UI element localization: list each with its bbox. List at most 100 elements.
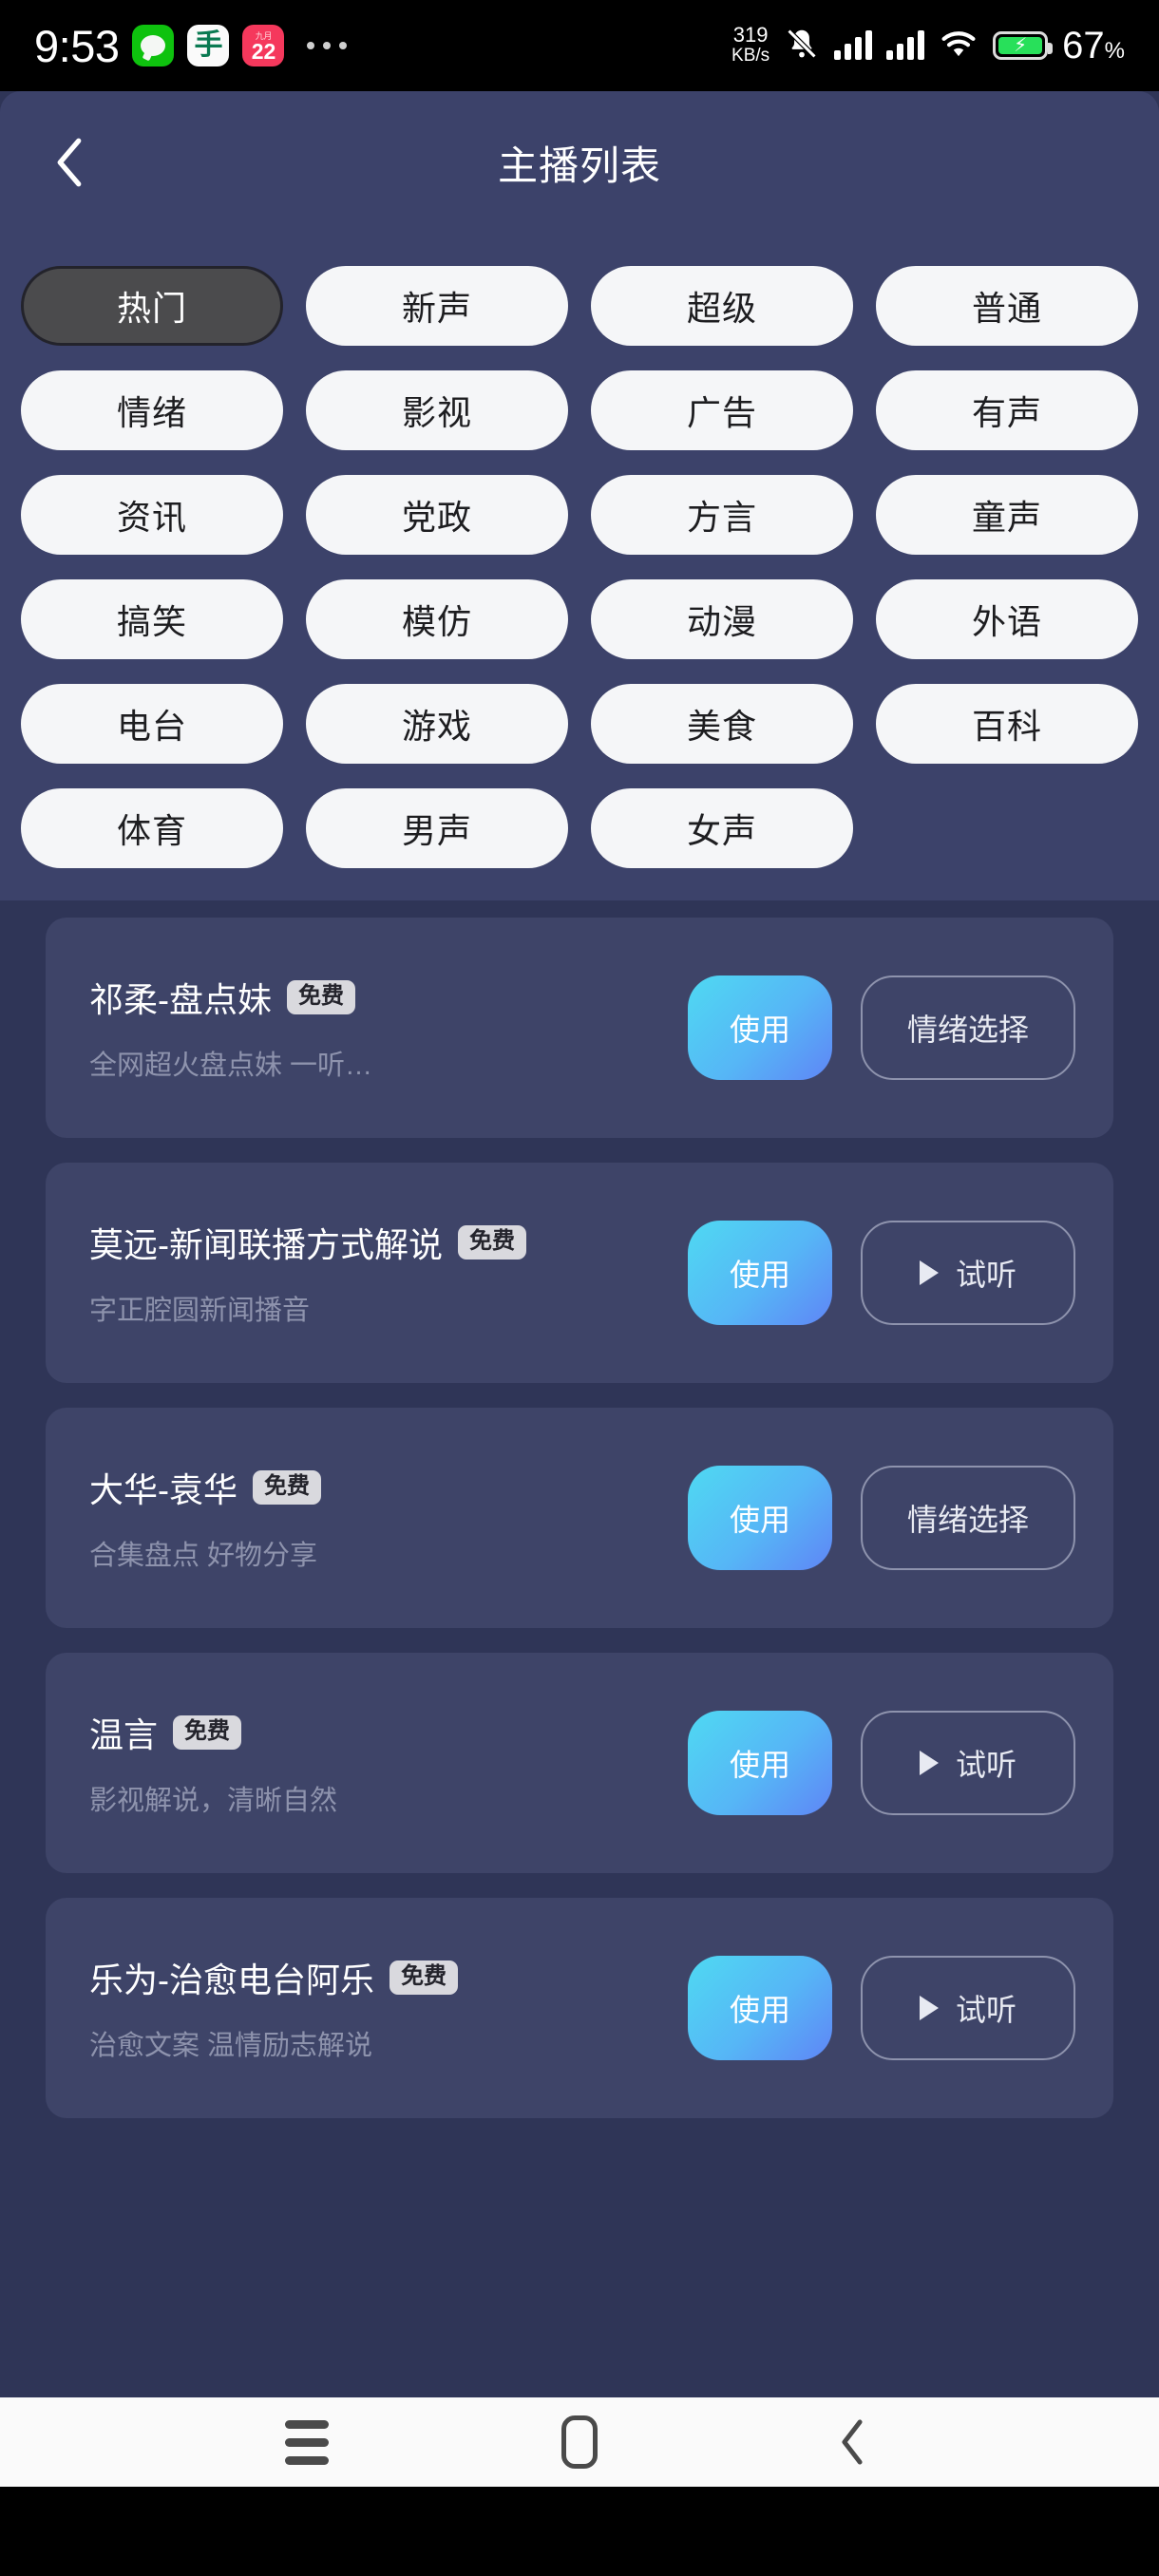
anchor-list: 祁柔-盘点妹 免费 全网超火盘点妹 一听… 使用 情绪选择 莫远-新闻联播方式解说 免费 字正… — [0, 900, 1159, 2156]
category-chip-13[interactable]: 搞笑 — [21, 579, 283, 659]
nav-back-button[interactable] — [808, 2398, 896, 2486]
category-chip-14[interactable]: 模仿 — [306, 579, 568, 659]
category-chip-17[interactable]: 电台 — [21, 684, 283, 764]
use-button[interactable]: 使用 — [688, 1711, 832, 1815]
battery-percent: 67% — [1062, 24, 1125, 66]
category-chip-21[interactable]: 体育 — [21, 788, 283, 868]
category-chip-20[interactable]: 百科 — [876, 684, 1138, 764]
anchor-title: 乐为-治愈电台阿乐 — [89, 1960, 374, 1999]
anchor-subtitle: 字正腔圆新闻播音 — [89, 1296, 311, 1326]
anchor-actions: 使用 试听 — [688, 1221, 1075, 1325]
category-chip-2[interactable]: 新声 — [306, 266, 568, 346]
anchor-title: 祁柔-盘点妹 — [89, 980, 272, 1019]
anchor-title: 温言 — [89, 1715, 159, 1754]
category-chip-22[interactable]: 男声 — [306, 788, 568, 868]
anchor-title-row: 祁柔-盘点妹 免费 — [89, 973, 688, 1022]
emotion-select-button-label: 情绪选择 — [906, 1013, 1029, 1047]
preview-button-label: 试听 — [955, 1993, 1016, 2027]
use-button[interactable]: 使用 — [688, 1221, 832, 1325]
preview-button[interactable]: 试听 — [861, 1711, 1075, 1815]
chevron-left-icon — [57, 138, 82, 187]
preview-button-label: 试听 — [955, 1748, 1016, 1782]
free-badge: 免费 — [287, 980, 355, 1014]
wechat-icon — [132, 25, 175, 66]
category-chip-grid: 热门 新声 超级 普通情绪 影视 广告 有声资讯 党政 方言 童声搞笑 模仿 动漫 外语电台 游戏 美食 百科… — [21, 266, 1138, 868]
emotion-select-button[interactable]: 情绪选择 — [861, 1466, 1075, 1570]
anchor-title: 莫远-新闻联播方式解说 — [89, 1225, 443, 1264]
category-chip-5[interactable]: 情绪 — [21, 370, 283, 450]
anchor-subtitle: 全网超火盘点妹 一听… — [89, 1051, 373, 1081]
anchor-actions: 使用 情绪选择 — [688, 1466, 1075, 1570]
anchor-card[interactable]: 乐为-治愈电台阿乐 免费 治愈文案 温情励志解说 使用 试听 — [46, 1898, 1113, 2118]
category-chip-12[interactable]: 童声 — [876, 475, 1138, 555]
category-chip-9[interactable]: 资讯 — [21, 475, 283, 555]
bank-app-icon: 手 — [187, 25, 230, 66]
free-badge: 免费 — [390, 1960, 458, 1995]
anchor-title-row: 大华-袁华 免费 — [89, 1463, 688, 1512]
mute-icon — [784, 26, 820, 66]
free-badge: 免费 — [458, 1225, 526, 1260]
category-chip-11[interactable]: 方言 — [591, 475, 853, 555]
use-button[interactable]: 使用 — [688, 1466, 832, 1570]
calendar-icon: 九月 22 — [242, 25, 285, 66]
anchor-info: 莫远-新闻联播方式解说 免费字正腔圆新闻播音 — [89, 1218, 688, 1328]
battery-charging-icon: ⚡ — [993, 31, 1054, 60]
category-chip-10[interactable]: 党政 — [306, 475, 568, 555]
category-chip-18[interactable]: 游戏 — [306, 684, 568, 764]
category-chip-1[interactable]: 热门 — [21, 266, 283, 346]
use-button[interactable]: 使用 — [688, 975, 832, 1080]
status-bar-left: 9:53 手 九月 22 — [34, 20, 348, 72]
anchor-title: 大华-袁华 — [89, 1470, 238, 1509]
back-chevron-icon — [842, 2419, 863, 2465]
anchor-info: 祁柔-盘点妹 免费全网超火盘点妹 一听… — [89, 973, 688, 1083]
category-filter-panel: 热门 新声 超级 普通情绪 影视 广告 有声资讯 党政 方言 童声搞笑 模仿 动漫 外语电台 游戏 美食 百科… — [0, 234, 1159, 900]
anchor-title-row: 莫远-新闻联播方式解说 免费 — [89, 1218, 688, 1267]
preview-button-label: 试听 — [955, 1258, 1016, 1292]
anchor-actions: 使用 情绪选择 — [688, 975, 1075, 1080]
page-title: 主播列表 — [497, 142, 661, 188]
category-chip-3[interactable]: 超级 — [591, 266, 853, 346]
status-bar: 9:53 手 九月 22 319 KB/s ⚡ 67% — [0, 0, 1159, 91]
anchor-title-row: 温言 免费 — [89, 1708, 688, 1757]
anchor-info: 温言 免费影视解说，清晰自然 — [89, 1708, 688, 1818]
anchor-subtitle: 影视解说，清晰自然 — [89, 1786, 338, 1816]
category-chip-15[interactable]: 动漫 — [591, 579, 853, 659]
anchor-card[interactable]: 温言 免费 影视解说，清晰自然 使用 试听 — [46, 1653, 1113, 1873]
category-chip-8[interactable]: 有声 — [876, 370, 1138, 450]
anchor-card[interactable]: 祁柔-盘点妹 免费 全网超火盘点妹 一听… 使用 情绪选择 — [46, 918, 1113, 1138]
category-chip-16[interactable]: 外语 — [876, 579, 1138, 659]
category-chip-23[interactable]: 女声 — [591, 788, 853, 868]
anchor-card[interactable]: 莫远-新闻联播方式解说 免费 字正腔圆新闻播音 使用 试听 — [46, 1163, 1113, 1383]
nav-home-button[interactable] — [536, 2398, 623, 2486]
category-chip-7[interactable]: 广告 — [591, 370, 853, 450]
network-speed-unit: KB/s — [732, 46, 770, 66]
category-chip-6[interactable]: 影视 — [306, 370, 568, 450]
play-icon — [919, 1751, 939, 1775]
anchor-info: 乐为-治愈电台阿乐 免费 治愈文案 温情励志解说 — [89, 1953, 688, 2063]
status-overflow-icon — [307, 42, 348, 49]
wifi-icon — [939, 28, 978, 64]
network-speed-value: 319 — [732, 23, 769, 47]
anchor-subtitle: 合集盘点 好物分享 — [89, 1541, 318, 1571]
android-nav-bar — [0, 2397, 1159, 2487]
category-chip-19[interactable]: 美食 — [591, 684, 853, 764]
signal-sim2-icon — [886, 30, 925, 60]
anchor-actions: 使用 试听 — [688, 1956, 1075, 2060]
play-icon — [919, 1260, 939, 1285]
preview-button[interactable]: 试听 — [861, 1221, 1075, 1325]
app-bar: 主播列表 — [0, 91, 1159, 234]
nav-recents-button[interactable] — [263, 2398, 351, 2486]
calendar-day: 22 — [251, 39, 276, 64]
bank-app-glyph: 手 — [194, 29, 223, 61]
anchor-info: 大华-袁华 免费合集盘点 好物分享 — [89, 1463, 688, 1573]
anchor-actions: 使用 试听 — [688, 1711, 1075, 1815]
app-container: 主播列表 热门 新声 超级 普通情绪 影视 广告 有声资讯 党政 方言 童声搞笑 模仿 动漫 外语电台游… — [0, 91, 1159, 2487]
emotion-select-button[interactable]: 情绪选择 — [861, 975, 1075, 1080]
free-badge: 免费 — [173, 1715, 242, 1750]
use-button[interactable]: 使用 — [688, 1956, 832, 2060]
category-chip-4[interactable]: 普通 — [876, 266, 1138, 346]
anchor-card[interactable]: 大华-袁华 免费 合集盘点 好物分享 使用 情绪选择 — [46, 1408, 1113, 1628]
network-speed-indicator: 319 KB/s — [732, 25, 770, 66]
back-button[interactable] — [48, 138, 91, 187]
preview-button[interactable]: 试听 — [861, 1956, 1075, 2060]
